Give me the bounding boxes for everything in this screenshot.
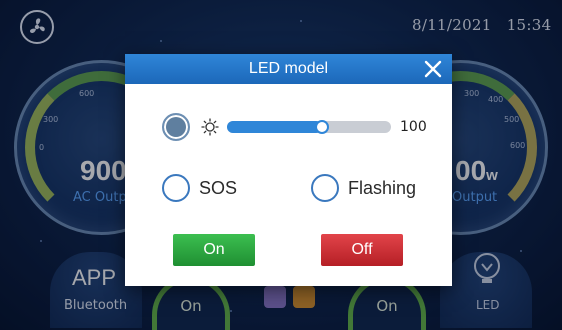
sos-label: SOS [199, 178, 238, 198]
on-button[interactable]: On [173, 234, 255, 266]
led-model-dialog: LED model 100 SOS Flashing On Off [125, 54, 452, 286]
close-icon [424, 60, 442, 78]
dialog-title: LED model [248, 60, 329, 77]
brightness-value: 100 [400, 119, 427, 135]
sun-icon [201, 118, 219, 136]
brightness-slider-thumb[interactable] [315, 120, 330, 134]
sos-radio[interactable] [162, 174, 190, 202]
dialog-header: LED model [125, 54, 452, 84]
off-button[interactable]: Off [321, 234, 403, 266]
brightness-slider[interactable] [227, 120, 391, 134]
flashing-radio[interactable] [311, 174, 339, 202]
close-button[interactable] [422, 58, 444, 80]
brightness-slider-fill [227, 121, 323, 133]
brightness-radio[interactable] [162, 113, 190, 141]
flashing-label: Flashing [348, 178, 417, 198]
